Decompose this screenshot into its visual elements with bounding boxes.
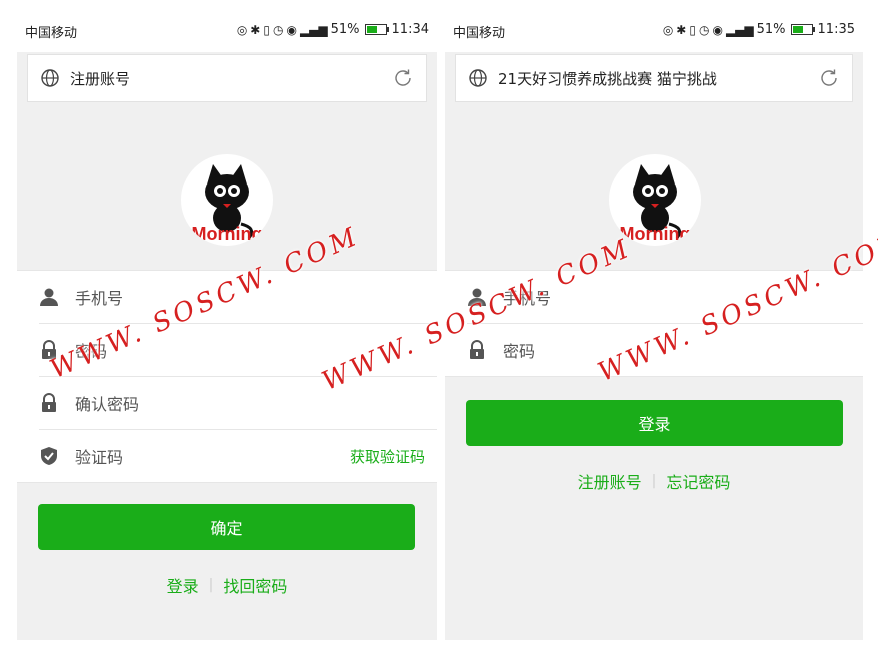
password-field-label: 密码 xyxy=(75,342,108,361)
vibrate-icon: ▯ xyxy=(689,22,696,37)
carrier-label: 中国移动 xyxy=(25,26,78,41)
status-icons: ◎ ✱ ▯ ◷ ◉ ▂▄▆ 51% 11:34 xyxy=(237,22,429,37)
get-code-button[interactable]: 获取验证码 xyxy=(350,446,425,467)
page-title: 21天好习惯养成挑战赛 猫宁挑战 xyxy=(498,69,717,88)
vibrate-icon: ▯ xyxy=(263,22,270,37)
globe-icon xyxy=(469,69,487,87)
nfc-icon: ◎ xyxy=(662,22,674,37)
link-separator: | xyxy=(208,577,214,593)
confirm-password-field-label: 确认密码 xyxy=(75,395,140,414)
title-bar: 21天好习惯养成挑战赛 猫宁挑战 xyxy=(455,54,853,102)
clock: 11:34 xyxy=(391,22,429,37)
lock-icon xyxy=(470,340,484,359)
register-link[interactable]: 注册账号 xyxy=(578,469,642,493)
alarm-icon: ◷ xyxy=(698,22,710,37)
globe-icon xyxy=(41,69,59,87)
battery-percent: 51% xyxy=(330,22,360,37)
avatar-text: Morning xyxy=(192,224,263,244)
password-field[interactable]: 密码 xyxy=(39,324,437,377)
battery-percent: 51% xyxy=(756,22,786,37)
confirm-password-field[interactable]: 确认密码 xyxy=(39,377,437,430)
title-bar: 注册账号 xyxy=(27,54,427,102)
user-icon xyxy=(468,288,486,306)
right-links: 注册账号 | 忘记密码 xyxy=(445,469,863,493)
eye-icon: ◉ xyxy=(712,22,723,37)
avatar: Morning xyxy=(609,154,701,246)
left-phone-screen: 中国移动 ◎ ✱ ▯ ◷ ◉ ▂▄▆ 51% 11:34 注册账号 Mornin xyxy=(17,10,437,640)
verification-code-field-label: 验证码 xyxy=(75,448,124,467)
password-field-label: 密码 xyxy=(503,342,536,361)
bluetooth-icon: ✱ xyxy=(676,22,687,37)
user-icon xyxy=(40,288,58,306)
confirm-button[interactable]: 确定 xyxy=(38,504,415,550)
login-form: 手机号 密码 xyxy=(445,270,863,377)
carrier-label: 中国移动 xyxy=(453,26,506,41)
status-bar: 中国移动 ◎ ✱ ▯ ◷ ◉ ▂▄▆ 51% 11:35 xyxy=(445,10,863,52)
link-separator: | xyxy=(651,473,657,489)
register-form: 手机号 密码 确认密码 验证码 获取验证码 xyxy=(17,270,437,483)
login-button[interactable]: 登录 xyxy=(466,400,843,446)
shield-icon xyxy=(41,447,57,465)
battery-icon xyxy=(790,24,815,35)
lock-icon xyxy=(42,393,56,412)
phone-field[interactable]: 手机号 xyxy=(467,271,863,324)
bluetooth-icon: ✱ xyxy=(250,22,261,37)
signal-icon: ▂▄▆ xyxy=(299,22,328,37)
right-phone-screen: 中国移动 ◎ ✱ ▯ ◷ ◉ ▂▄▆ 51% 11:35 21天好习惯养成挑战赛… xyxy=(445,10,863,640)
verification-code-field[interactable]: 验证码 获取验证码 xyxy=(39,430,437,482)
reload-icon[interactable] xyxy=(392,67,414,89)
login-link[interactable]: 登录 xyxy=(167,573,199,597)
left-links: 登录 | 找回密码 xyxy=(17,573,437,597)
nfc-icon: ◎ xyxy=(236,22,248,37)
phone-field-label: 手机号 xyxy=(503,289,552,308)
find-password-link[interactable]: 找回密码 xyxy=(223,573,287,597)
avatar-text: Morning xyxy=(620,224,691,244)
signal-icon: ▂▄▆ xyxy=(725,22,754,37)
phone-field[interactable]: 手机号 xyxy=(39,271,437,324)
password-field[interactable]: 密码 xyxy=(467,324,863,376)
page-title: 注册账号 xyxy=(70,69,131,88)
avatar: Morning xyxy=(181,154,273,246)
lock-icon xyxy=(42,340,56,359)
forgot-password-link[interactable]: 忘记密码 xyxy=(666,469,730,493)
battery-icon xyxy=(364,24,389,35)
clock: 11:35 xyxy=(817,22,855,37)
status-bar: 中国移动 ◎ ✱ ▯ ◷ ◉ ▂▄▆ 51% 11:34 xyxy=(17,10,437,52)
phone-field-label: 手机号 xyxy=(75,289,124,308)
reload-icon[interactable] xyxy=(818,67,840,89)
eye-icon: ◉ xyxy=(286,22,297,37)
status-icons: ◎ ✱ ▯ ◷ ◉ ▂▄▆ 51% 11:35 xyxy=(663,22,855,37)
alarm-icon: ◷ xyxy=(272,22,284,37)
